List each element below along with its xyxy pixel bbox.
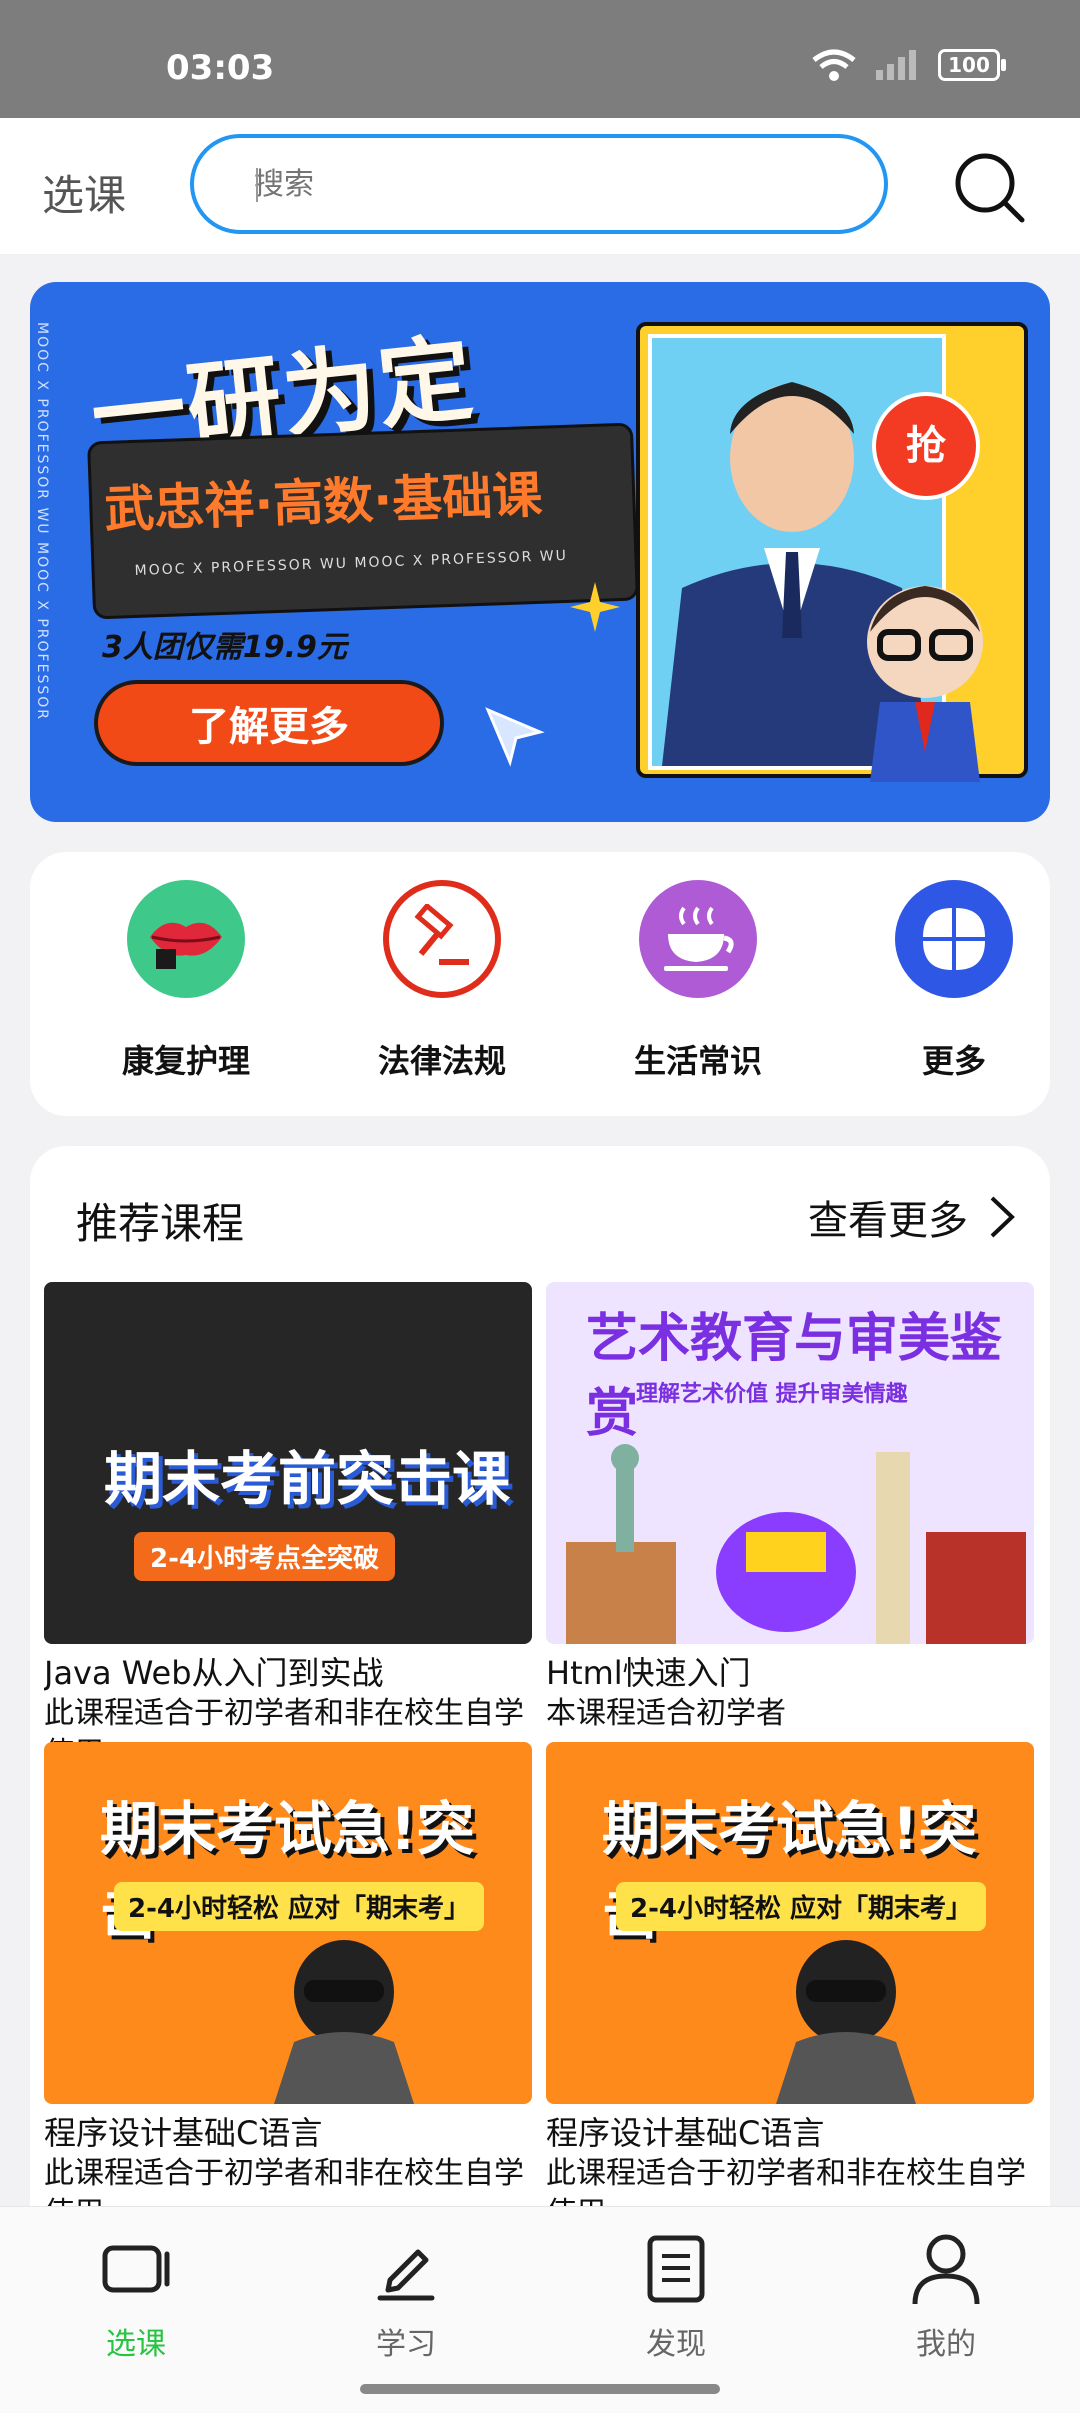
home-indicator[interactable]	[360, 2384, 720, 2394]
thumbnail-subtitle: 2-4小时轻松 应对「期末考」	[114, 1882, 485, 1931]
top-bar: 选课	[0, 118, 1080, 254]
recommended-section: 推荐课程 查看更多 期末考前突击课 2-4小时考点全突破 Java Web从入门…	[30, 1146, 1050, 2206]
search-icon[interactable]	[952, 150, 1028, 226]
course-select-icon	[102, 2245, 170, 2293]
battery-icon: 100	[938, 49, 1006, 81]
page-title: 选课	[42, 171, 127, 220]
course-title: 程序设计基础C语言	[546, 2114, 825, 2152]
category-label: 更多	[921, 1042, 986, 1080]
banner-tagline: MOOC X PROFESSOR WU MOOC X PROFESSOR WU	[134, 547, 569, 579]
mascot-illustration	[274, 1940, 414, 2104]
category-item-rehab[interactable]: 康复护理	[86, 880, 286, 1082]
category-label: 法律法规	[377, 1042, 506, 1080]
gavel-icon	[383, 880, 501, 998]
thumbnail-headline: 期末考前突击课	[104, 1445, 511, 1513]
view-more-link[interactable]: 查看更多	[808, 1188, 1016, 1246]
section-title: 推荐课程	[76, 1199, 245, 1248]
signal-icon	[876, 50, 916, 80]
document-icon	[647, 2235, 705, 2303]
course-thumbnail: 艺术教育与审美鉴赏 理解艺术价值 提升审美情趣	[546, 1282, 1034, 1644]
banner-course-name: 武忠祥·高数·基础课	[103, 465, 544, 539]
category-item-life[interactable]: 生活常识	[598, 880, 798, 1082]
bottom-tab-bar: 选课 学习 发现 我的	[0, 2206, 1080, 2413]
promo-banner[interactable]: MOOC X PROFESSOR WU MOOC X PROFESSOR 一研为…	[30, 282, 1050, 822]
course-title: Java Web从入门到实战	[44, 1654, 384, 1692]
lips-icon	[127, 880, 245, 998]
course-thumbnail: 期末考前突击课 2-4小时考点全突破	[44, 1282, 532, 1644]
tab-label: 我的	[916, 2327, 976, 2362]
cursor-arrow-icon	[485, 707, 545, 767]
chevron-right-icon	[990, 1196, 1015, 1238]
tab-course-select[interactable]: 选课	[36, 2219, 236, 2363]
banner-course-plate: 武忠祥·高数·基础课 MOOC X PROFESSOR WU MOOC X PR…	[87, 422, 639, 620]
mascot-icon	[867, 586, 983, 782]
status-icons: 100	[812, 48, 1006, 82]
wifi-icon	[812, 49, 856, 81]
pen-icon	[377, 2249, 435, 2301]
four-petal-icon	[895, 880, 1013, 998]
category-item-more[interactable]: 更多	[854, 880, 1054, 1082]
tab-label: 选课	[106, 2327, 166, 2362]
course-card[interactable]: 期末考前突击课 2-4小时考点全突破 Java Web从入门到实战 此课程适合于…	[44, 1282, 532, 1752]
text-caret	[256, 168, 258, 202]
course-card[interactable]: 期末考试急!突击 2-4小时轻松 应对「期末考」 程序设计基础C语言 此课程适合…	[546, 1742, 1034, 2206]
sparkle-icon	[570, 582, 620, 632]
course-description: 此课程适合于初学者和非在校生自学使用	[546, 2156, 1026, 2206]
view-more-label: 查看更多	[808, 1198, 968, 1244]
tab-discover[interactable]: 发现	[576, 2219, 776, 2363]
category-label: 生活常识	[633, 1042, 762, 1080]
course-description: 此课程适合于初学者和非在校生自学使用	[44, 2156, 524, 2206]
coffee-cup-icon	[639, 880, 757, 998]
search-box[interactable]	[190, 134, 888, 234]
thumbnail-subtitle: 2-4小时轻松 应对「期末考」	[616, 1882, 987, 1931]
category-label: 康复护理	[121, 1042, 250, 1080]
course-title: 程序设计基础C语言	[44, 2114, 323, 2152]
thumbnail-subtitle: 理解艺术价值 提升审美情趣	[636, 1382, 908, 1407]
tab-profile[interactable]: 我的	[846, 2219, 1046, 2363]
course-title: Html快速入门	[546, 1654, 751, 1692]
banner-promo: 3人团仅需19.9元	[102, 630, 347, 665]
course-card[interactable]: 艺术教育与审美鉴赏 理解艺术价值 提升审美情趣 Html快速入门 本课程适合初学…	[546, 1282, 1034, 1752]
course-thumbnail: 期末考试急!突击 2-4小时轻松 应对「期末考」	[546, 1742, 1034, 2104]
banner-side-text: MOOC X PROFESSOR WU MOOC X PROFESSOR	[34, 322, 50, 721]
tab-study[interactable]: 学习	[306, 2219, 506, 2363]
tab-label: 学习	[376, 2327, 436, 2362]
status-time: 03:03	[166, 48, 275, 88]
banner-cta-button[interactable]: 了解更多	[94, 680, 444, 766]
category-panel: 康复护理 法律法规 生活常识 更多	[30, 852, 1050, 1116]
banner-grab-badge: 抢	[872, 392, 980, 500]
course-thumbnail: 期末考试急!突击 2-4小时轻松 应对「期末考」	[44, 1742, 532, 2104]
person-icon	[912, 2234, 980, 2305]
landmarks-illustration	[566, 1444, 1026, 1644]
mascot-illustration	[776, 1940, 916, 2104]
course-card[interactable]: 期末考试急!突击 2-4小时轻松 应对「期末考」 程序设计基础C语言 此课程适合…	[44, 1742, 532, 2206]
search-input[interactable]	[252, 165, 816, 203]
status-bar: 03:03 100	[0, 0, 1080, 118]
tab-label: 发现	[646, 2327, 706, 2362]
thumbnail-subtitle: 2-4小时考点全突破	[134, 1532, 395, 1581]
category-item-law[interactable]: 法律法规	[342, 880, 542, 1082]
